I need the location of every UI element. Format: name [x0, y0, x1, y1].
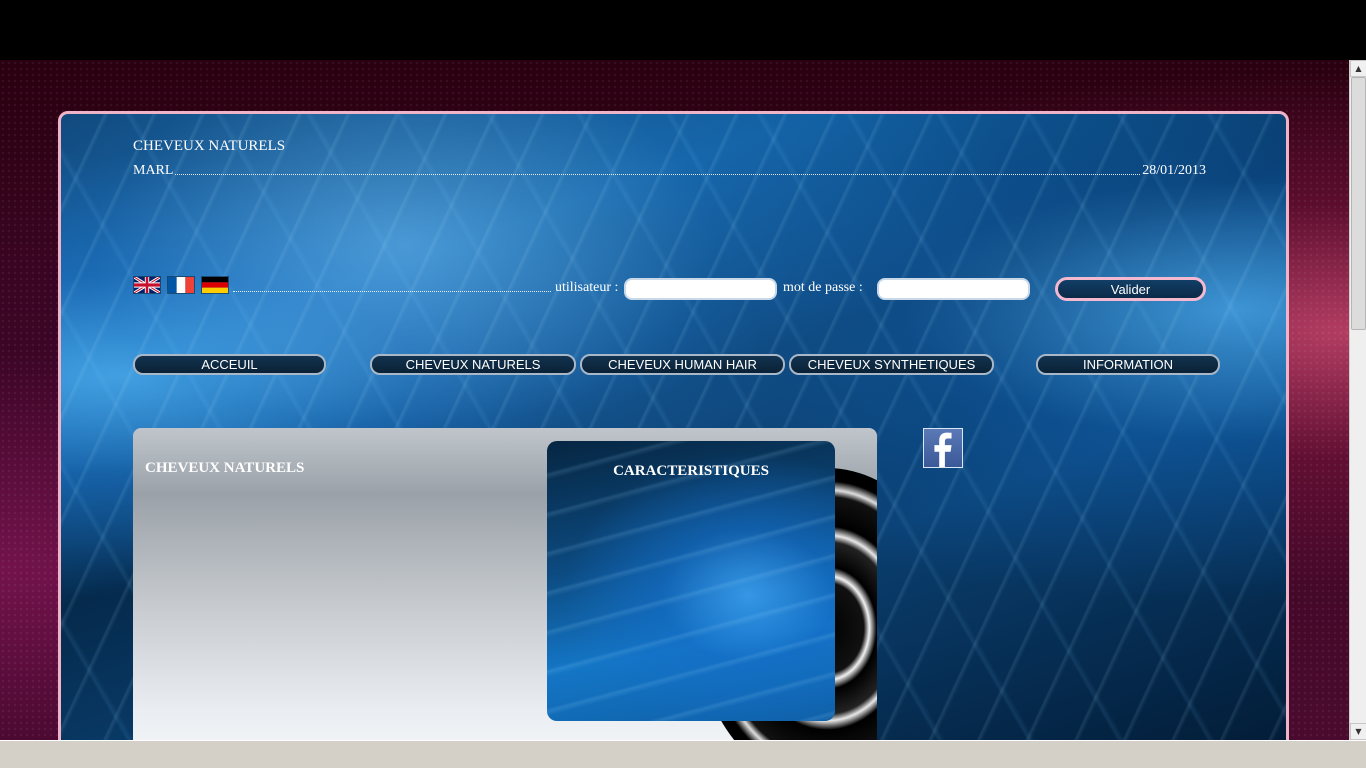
features-box: CARACTERISTIQUES [547, 441, 835, 721]
nav-natural-hair-button[interactable]: CHEVEUX NATURELS [370, 354, 576, 375]
site-frame: CHEVEUX NATURELS MARL 28/01/2013 utilisa… [58, 111, 1289, 740]
german-flag-icon[interactable] [201, 276, 229, 294]
header-line: MARL 28/01/2013 [133, 159, 1206, 179]
language-selector [133, 274, 235, 296]
nav-synthetic-hair-button[interactable]: CHEVEUX SYNTHETIQUES [789, 354, 994, 375]
site-title: CHEVEUX NATURELS [133, 138, 286, 154]
page-viewport: CHEVEUX NATURELS MARL 28/01/2013 utilisa… [0, 60, 1349, 740]
vertical-scrollbar[interactable]: ▲ ▼ [1349, 60, 1366, 740]
content-title: CHEVEUX NATURELS [145, 460, 305, 476]
features-title: CARACTERISTIQUES [613, 463, 769, 479]
english-flag-icon[interactable] [133, 276, 161, 294]
nav-human-hair-button[interactable]: CHEVEUX HUMAN HAIR [580, 354, 785, 375]
browser-status-bar [0, 740, 1366, 768]
login-dotted-leader [233, 270, 551, 292]
login-submit-button[interactable]: Valider [1055, 277, 1206, 301]
password-input[interactable] [877, 278, 1030, 300]
facebook-icon[interactable] [923, 428, 963, 468]
scroll-up-icon[interactable]: ▲ [1350, 60, 1366, 77]
scroll-down-icon[interactable]: ▼ [1350, 723, 1366, 740]
browser-top-bar [0, 0, 1366, 60]
scroll-thumb[interactable] [1351, 77, 1366, 330]
company-name: MARL [133, 163, 174, 178]
nav-home-button[interactable]: ACCEUIL [133, 354, 326, 375]
content-panel: CHEVEUX NATURELS CARACTERISTIQUES [133, 428, 877, 740]
french-flag-icon[interactable] [167, 276, 195, 294]
username-input[interactable] [624, 278, 777, 300]
username-label: utilisateur : [555, 280, 619, 295]
header-date: 28/01/2013 [1142, 163, 1206, 178]
header-dotted-leader [175, 174, 1141, 175]
password-label: mot de passe : [783, 280, 863, 295]
nav-information-button[interactable]: INFORMATION [1036, 354, 1220, 375]
